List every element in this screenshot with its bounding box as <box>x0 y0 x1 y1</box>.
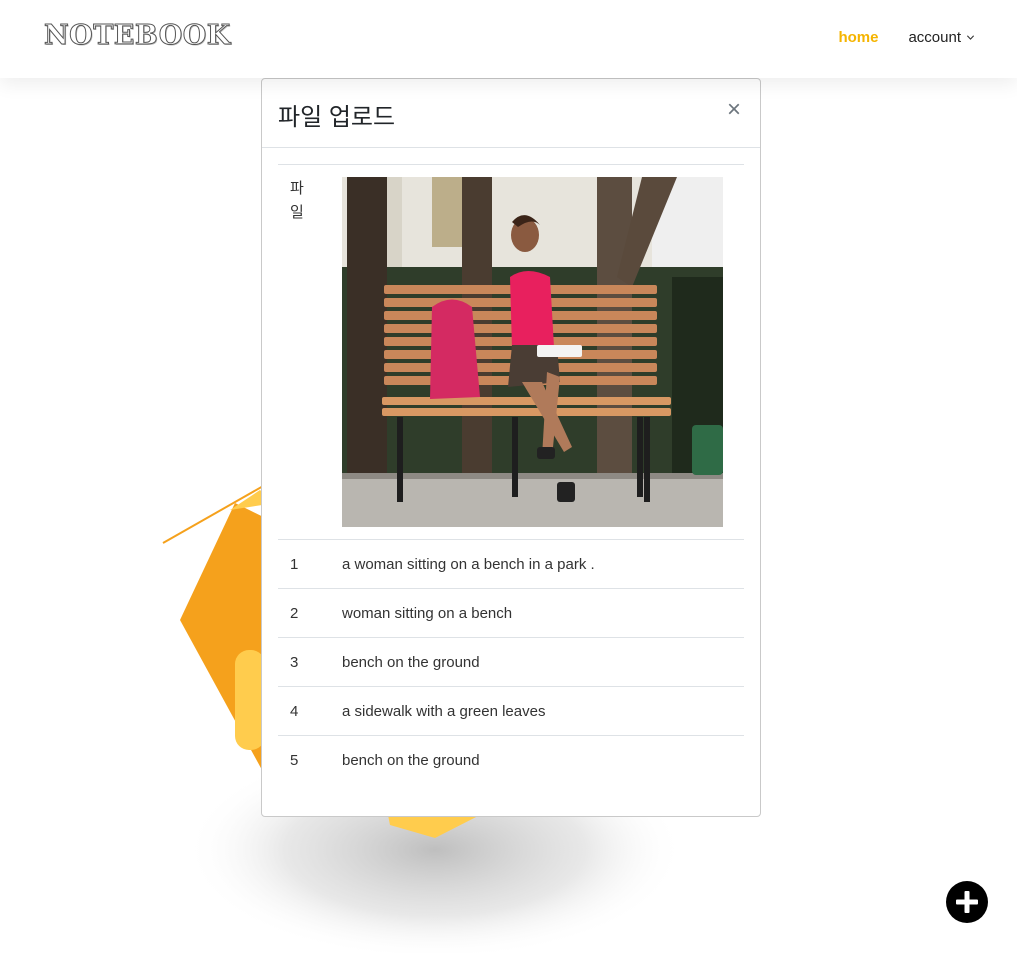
nav-account-dropdown[interactable]: account <box>908 29 975 46</box>
modal-body: 파일 1 a woman sitting on a bench in a par… <box>262 148 760 784</box>
file-row: 파일 <box>278 164 744 540</box>
nav-menu: home account <box>838 29 975 46</box>
caption-table: 파일 1 a woman sitting on a bench in a par… <box>278 164 744 784</box>
caption-text: a woman sitting on a bench in a park . <box>342 539 744 589</box>
close-icon[interactable]: × <box>724 98 744 122</box>
nav-account-label: account <box>908 29 961 46</box>
plus-icon <box>956 891 978 913</box>
modal-title: 파일 업로드 <box>278 104 396 131</box>
table-row: 4 a sidewalk with a green leaves <box>278 686 744 736</box>
file-upload-modal: 파일 업로드 × 파일 1 a woman sitting on a bench… <box>261 78 761 817</box>
caption-text: woman sitting on a bench <box>342 588 744 638</box>
modal-header: 파일 업로드 × <box>262 79 760 148</box>
logo[interactable]: NOTEBOOK <box>44 20 231 52</box>
table-row: 5 bench on the ground <box>278 735 744 784</box>
caption-text: a sidewalk with a green leaves <box>342 686 744 736</box>
chevron-down-icon <box>966 35 975 40</box>
file-label: 파일 <box>290 180 304 221</box>
nav-home-link[interactable]: home <box>838 29 878 46</box>
row-index: 2 <box>278 588 342 638</box>
table-row: 1 a woman sitting on a bench in a park . <box>278 539 744 589</box>
row-index: 4 <box>278 686 342 736</box>
row-index: 5 <box>278 735 342 784</box>
table-row: 2 woman sitting on a bench <box>278 588 744 638</box>
caption-text: bench on the ground <box>342 735 744 784</box>
table-row: 3 bench on the ground <box>278 637 744 687</box>
caption-text: bench on the ground <box>342 637 744 687</box>
top-navbar: NOTEBOOK home account <box>0 0 1017 78</box>
add-button[interactable] <box>946 881 988 923</box>
row-index: 1 <box>278 539 342 589</box>
uploaded-image <box>342 177 723 527</box>
row-index: 3 <box>278 637 342 687</box>
